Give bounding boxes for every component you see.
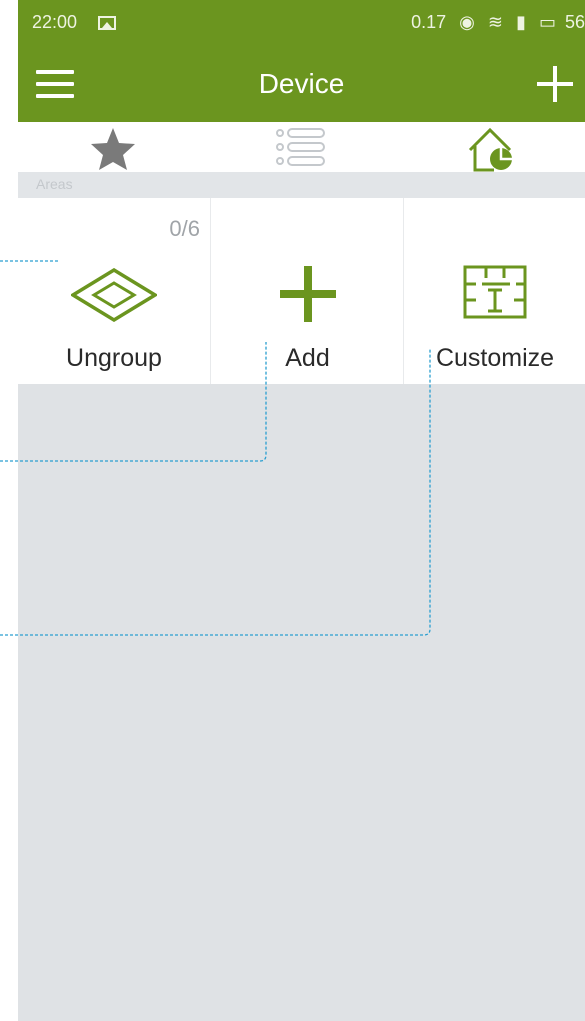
add-device-button[interactable] (535, 64, 575, 104)
tile-customize[interactable]: Customize (403, 198, 585, 384)
section-header: Areas (18, 172, 585, 198)
signal-icon: ▮ (516, 12, 526, 32)
image-notification-icon (98, 16, 116, 30)
page-title: Device (258, 68, 345, 99)
app-bar: Device (18, 52, 585, 122)
device-count: 0/6 (169, 216, 200, 241)
tile-add[interactable]: Add (210, 198, 404, 384)
tab-favorites[interactable] (18, 122, 207, 172)
tab-areas[interactable] (396, 122, 585, 172)
section-label: Areas (36, 176, 73, 192)
diamond-icon (71, 268, 157, 322)
battery-icon: ▭ (538, 12, 556, 32)
wifi-icon: ≋ (487, 12, 503, 32)
home-chart-icon (468, 127, 512, 172)
tile-label: Customize (435, 344, 555, 372)
tile-label: Add (285, 344, 330, 372)
status-right: 0.17 ◉ ≋ ▮ ▭ 56 (403, 12, 585, 33)
tab-list[interactable] (207, 122, 396, 172)
status-bar: 22:00 0.17 ◉ ≋ ▮ ▭ 56 (18, 0, 585, 52)
plus-icon (279, 266, 336, 322)
tab-bar (18, 122, 585, 172)
data-rate: 0.17 (411, 12, 447, 32)
list-icon (275, 128, 325, 166)
area-grid: 0/6 Ungroup Add Customize (18, 198, 585, 384)
battery-level: 56 (564, 12, 585, 32)
status-time: 22:00 (32, 12, 78, 32)
tile-ungroup[interactable]: 0/6 Ungroup (18, 198, 210, 384)
star-icon (90, 128, 135, 170)
tile-label: Ungroup (66, 344, 162, 372)
phone-screen: 22:00 0.17 ◉ ≋ ▮ ▭ 56 Device Areas 0/6 U… (18, 0, 585, 1021)
alarm-icon: ◉ (459, 12, 475, 32)
floorplan-icon (463, 265, 527, 319)
